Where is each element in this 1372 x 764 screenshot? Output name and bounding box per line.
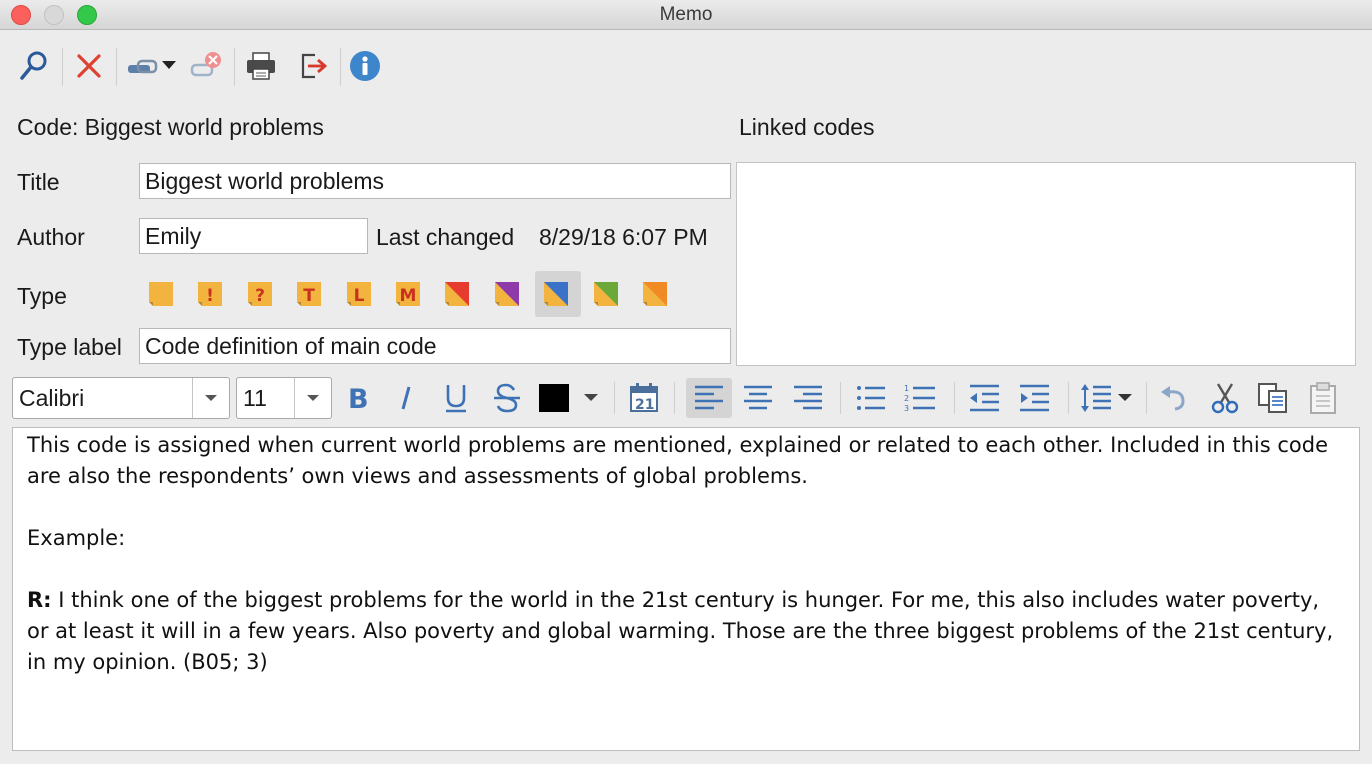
type-label-label: Type label [17,334,122,360]
font-size-select[interactable]: 11 [236,377,332,419]
chevron-down-icon[interactable] [294,378,331,418]
cut-icon [1211,383,1239,414]
indent-button[interactable] [1014,378,1054,418]
memo-paragraph: This code is assigned when current world… [27,433,1329,488]
type-label: Type [17,283,67,309]
outdent-button[interactable] [964,378,1004,418]
linked-codes-label: Linked codes [739,114,875,140]
export-button[interactable] [294,46,332,86]
undo-button[interactable] [1156,378,1192,418]
unlink-button[interactable] [186,46,226,86]
window-title: Memo [659,4,713,25]
svg-text:!: ! [206,286,214,306]
search-button[interactable] [14,46,54,86]
print-button[interactable] [242,46,280,86]
copy-icon [1258,383,1287,413]
title-bar: Memo [0,0,1372,30]
date-icon: 21 [630,383,658,413]
text-color-icon [539,384,598,412]
bullet-list-icon [857,386,885,410]
strikethrough-icon [494,383,520,413]
memo-type-icon[interactable] [543,281,569,307]
align-center-button[interactable] [738,378,778,418]
strikethrough-button[interactable] [488,378,526,418]
print-icon [247,52,275,80]
unlink-icon [190,52,221,77]
title-field[interactable]: Biggest world problems [139,163,731,199]
memo-type-icon[interactable] [593,281,619,307]
insert-date-button[interactable]: 21 [624,378,664,418]
search-icon [20,51,47,80]
svg-text:M: M [400,286,417,306]
author-label: Author [17,224,85,250]
line-spacing-button[interactable] [1078,378,1136,418]
font-size-value: 11 [243,385,267,411]
memo-type-icon[interactable] [444,281,470,307]
undo-icon [1161,386,1185,411]
svg-text:L: L [354,286,365,306]
link-dropdown-button[interactable] [124,46,180,86]
memo-paragraph: Example: [27,526,126,550]
delete-icon [77,54,101,78]
italic-button[interactable] [388,378,424,418]
memo-paragraph: R: I think one of the biggest problems f… [27,585,1345,678]
align-right-button[interactable] [788,378,828,418]
memo-type-icon[interactable] [642,281,668,307]
copy-button[interactable] [1254,378,1292,418]
quote-text: I think one of the biggest problems for … [27,588,1334,674]
align-left-icon [695,385,723,410]
numbered-list-button[interactable]: 123 [900,378,940,418]
line-spacing-icon [1081,384,1132,412]
linked-codes-list[interactable] [736,162,1356,366]
last-changed-label: Last changed [376,224,515,250]
code-label: Code: Biggest world problems [17,114,324,140]
type-label-field[interactable]: Code definition of main code [139,328,731,364]
speaker-label: R: [27,588,52,612]
paste-button[interactable] [1304,378,1342,418]
memo-type-icon[interactable]: L [346,281,372,307]
numbered-list-icon: 123 [904,384,935,413]
bold-icon: B [348,384,369,413]
export-icon [301,53,328,79]
memo-type-icon[interactable] [148,281,174,307]
author-field[interactable]: Emily [139,218,368,254]
align-right-icon [794,385,822,410]
paste-icon [1310,382,1336,414]
svg-text:B: B [348,384,369,413]
italic-icon [401,386,411,410]
svg-text:3: 3 [904,404,909,413]
memo-type-icon[interactable]: M [395,281,421,307]
font-family-value: Calibri [19,385,85,411]
title-label: Title [17,169,60,195]
underline-icon [446,385,466,413]
bold-button[interactable]: B [340,378,376,418]
underline-button[interactable] [438,378,474,418]
info-icon [350,51,380,81]
chevron-down-icon[interactable] [192,378,229,418]
delete-button[interactable] [70,46,108,86]
last-changed-value: 8/29/18 6:07 PM [539,224,708,250]
link-dropdown-icon [128,59,176,74]
memo-type-icon[interactable]: T [296,281,322,307]
outdent-icon [970,384,999,412]
memo-type-icon[interactable]: ? [247,281,273,307]
memo-type-icon[interactable] [494,281,520,307]
svg-text:21: 21 [635,397,654,413]
cut-button[interactable] [1206,378,1244,418]
info-button[interactable] [346,46,384,86]
svg-text:?: ? [255,286,265,306]
svg-text:T: T [303,286,315,306]
bullet-list-button[interactable] [852,378,890,418]
font-family-select[interactable]: Calibri [12,377,230,419]
text-color-button[interactable] [536,378,604,418]
svg-text:2: 2 [904,394,909,403]
svg-text:1: 1 [904,384,909,393]
memo-type-icon[interactable]: ! [197,281,223,307]
align-center-icon [744,385,772,410]
memo-editor[interactable]: This code is assigned when current world… [12,427,1360,751]
indent-icon [1020,384,1049,412]
align-left-button[interactable] [686,378,732,418]
